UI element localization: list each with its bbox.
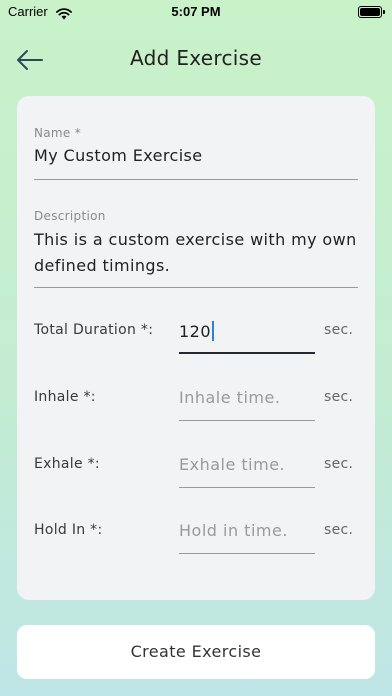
exhale-input[interactable]: Exhale time. xyxy=(179,455,285,474)
description-line-2: defined timings. xyxy=(34,256,171,275)
total-duration-underline xyxy=(179,352,315,354)
name-label: Name * xyxy=(34,126,82,140)
inhale-underline xyxy=(179,420,315,421)
description-label: Description xyxy=(34,209,106,223)
hold-in-label: Hold In *: xyxy=(34,522,103,538)
hold-in-input[interactable]: Hold in time. xyxy=(179,521,288,540)
description-line-1: This is a custom exercise with my own xyxy=(34,230,357,249)
inhale-input[interactable]: Inhale time. xyxy=(179,388,280,407)
exhale-underline xyxy=(179,487,315,488)
total-duration-unit: sec. xyxy=(324,322,354,338)
battery-icon xyxy=(358,6,385,18)
description-underline xyxy=(34,287,358,288)
inhale-label: Inhale *: xyxy=(34,389,96,405)
total-duration-value: 120 xyxy=(179,322,212,341)
text-caret xyxy=(212,321,215,341)
name-underline xyxy=(34,179,358,180)
total-duration-label: Total Duration *: xyxy=(34,322,154,338)
name-field[interactable]: My Custom Exercise xyxy=(34,143,203,169)
exercise-form: Name * My Custom Exercise Description Th… xyxy=(17,96,375,600)
clock: 5:07 PM xyxy=(171,4,221,19)
status-bar: Carrier 5:07 PM xyxy=(0,0,392,24)
exhale-label: Exhale *: xyxy=(34,456,100,472)
total-duration-input[interactable]: 120 xyxy=(179,321,215,341)
inhale-unit: sec. xyxy=(324,389,354,405)
hold-in-underline xyxy=(179,553,315,554)
hold-in-unit: sec. xyxy=(324,522,354,538)
page-title: Add Exercise xyxy=(130,46,262,70)
exhale-unit: sec. xyxy=(324,456,354,472)
create-exercise-button[interactable]: Create Exercise xyxy=(17,625,375,679)
